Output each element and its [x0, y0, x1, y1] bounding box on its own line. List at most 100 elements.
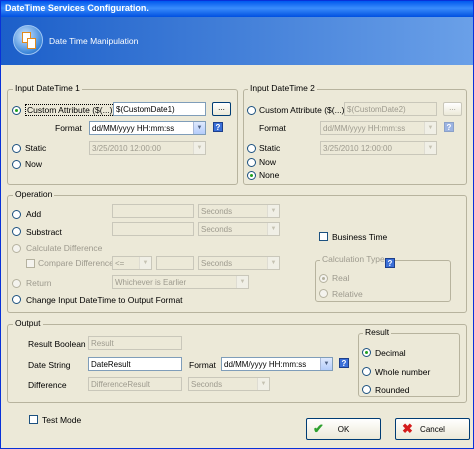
add-label: Add — [26, 209, 42, 219]
input1-static-value: 3/25/2010 12:00:00 — [92, 144, 161, 153]
header-title: Date Time Manipulation — [49, 36, 139, 46]
calc-difference-radio — [12, 244, 21, 253]
result-boolean-field: Result — [88, 336, 182, 350]
input1-static-datetime: 3/25/2010 12:00:00 ▼ — [89, 141, 206, 155]
input1-help-icon[interactable]: ? — [213, 122, 223, 132]
compare-unit-select: Seconds ▼ — [198, 256, 280, 270]
input1-now-label: Now — [25, 159, 43, 169]
output-format-help-icon[interactable]: ? — [339, 358, 349, 368]
input-datetime-1-legend: Input DateTime 1 — [13, 83, 82, 93]
difference-unit-select: Seconds ▼ — [188, 377, 270, 391]
input2-static-value: 3/25/2010 12:00:00 — [323, 144, 392, 153]
return-value: Whichever is Earlier — [115, 278, 187, 287]
compare-amount-field — [156, 256, 194, 270]
calculation-type-legend: Calculation Type — [320, 254, 387, 264]
chevron-down-icon: ▼ — [257, 378, 269, 390]
chevron-down-icon: ▼ — [236, 276, 248, 288]
cancel-label: Cancel — [420, 425, 445, 434]
cross-icon: ✖ — [402, 421, 413, 436]
add-amount-field — [112, 204, 194, 218]
return-radio — [12, 279, 21, 288]
add-unit-value: Seconds — [201, 207, 233, 216]
compare-unit-value: Seconds — [201, 259, 233, 268]
output-format-label: Format — [189, 360, 216, 370]
subtract-unit-select: Seconds ▼ — [198, 222, 280, 236]
change-format-label: Change Input DateTime to Output Format — [26, 295, 183, 305]
date-string-field[interactable]: DateResult — [88, 357, 182, 371]
input1-browse-button[interactable]: ... — [212, 102, 231, 116]
return-select: Whichever is Earlier ▼ — [112, 275, 249, 289]
relative-radio — [319, 289, 328, 298]
operation-legend: Operation — [13, 189, 55, 199]
add-radio[interactable] — [12, 210, 21, 219]
rounded-radio[interactable] — [362, 385, 371, 394]
change-format-radio[interactable] — [12, 295, 21, 304]
input2-none-radio[interactable] — [247, 171, 256, 180]
header-banner: Date Time Manipulation — [1, 17, 473, 65]
subtract-unit-value: Seconds — [201, 225, 233, 234]
decimal-label: Decimal — [375, 348, 406, 358]
input1-static-label: Static — [25, 143, 47, 153]
relative-label: Relative — [332, 289, 363, 299]
real-radio — [319, 274, 328, 283]
difference-unit-value: Seconds — [191, 380, 223, 389]
input1-custom-label: Custom Attribute ($(...)) — [25, 104, 118, 116]
input2-browse-button: ... — [443, 102, 462, 116]
input2-format-label: Format — [259, 123, 286, 133]
dialog-window: DateTime Services Configuration. Date Ti… — [0, 0, 474, 449]
input1-format-select[interactable]: dd/MM/yyyy HH:mm:ss ▼ — [89, 121, 206, 135]
return-label: Return — [26, 278, 52, 288]
title-bar[interactable]: DateTime Services Configuration. — [1, 1, 473, 17]
chevron-down-icon: ▼ — [139, 257, 151, 269]
calc-difference-label: Calculate Difference — [26, 243, 103, 253]
input1-static-radio[interactable] — [12, 144, 21, 153]
compare-difference-checkbox — [26, 259, 35, 268]
chevron-down-icon: ▼ — [424, 142, 436, 154]
test-mode-checkbox[interactable] — [29, 415, 38, 424]
input-datetime-2-legend: Input DateTime 2 — [248, 83, 317, 93]
input1-format-label: Format — [55, 123, 82, 133]
chevron-down-icon: ▼ — [193, 122, 205, 134]
real-label: Real — [332, 273, 350, 283]
input2-static-datetime: 3/25/2010 12:00:00 ▼ — [320, 141, 437, 155]
compare-difference-label: Compare Difference — [38, 258, 114, 268]
input2-now-label: Now — [259, 157, 277, 167]
input1-custom-field[interactable]: $(CustomDate1) — [113, 102, 206, 116]
difference-field: DifferenceResult — [88, 377, 182, 391]
input2-static-radio[interactable] — [247, 144, 256, 153]
compare-operator-value: <= — [115, 259, 125, 268]
cancel-button[interactable]: ✖ Cancel — [395, 418, 470, 440]
ok-button[interactable]: ✔ OK — [306, 418, 381, 440]
input2-custom-radio[interactable] — [247, 106, 256, 115]
output-legend: Output — [13, 318, 43, 328]
chevron-down-icon: ▼ — [267, 223, 279, 235]
input2-now-radio[interactable] — [247, 158, 256, 167]
input2-static-label: Static — [259, 143, 281, 153]
result-boolean-label: Result Boolean — [28, 339, 86, 349]
subtract-label: Substract — [26, 227, 62, 237]
input1-custom-radio[interactable] — [12, 106, 21, 115]
chevron-down-icon: ▼ — [320, 358, 332, 370]
checkmark-icon: ✔ — [313, 421, 324, 436]
business-time-checkbox[interactable] — [319, 232, 328, 241]
output-format-select[interactable]: dd/MM/yyyy HH:mm:ss ▼ — [221, 357, 333, 371]
whole-number-label: Whole number — [375, 367, 431, 377]
decimal-radio[interactable] — [362, 348, 371, 357]
calculation-type-help-icon[interactable]: ? — [385, 258, 395, 268]
compare-operator-select: <= ▼ — [112, 256, 152, 270]
input2-custom-label: Custom Attribute ($(...)) — [259, 105, 348, 115]
chevron-down-icon: ▼ — [267, 205, 279, 217]
input2-format-select: dd/MM/yyyy HH:mm:ss ▼ — [320, 121, 437, 135]
add-unit-select: Seconds ▼ — [198, 204, 280, 218]
chevron-down-icon: ▼ — [193, 142, 205, 154]
subtract-radio[interactable] — [12, 227, 21, 236]
input1-now-radio[interactable] — [12, 160, 21, 169]
input2-format-value: dd/MM/yyyy HH:mm:ss — [323, 124, 406, 133]
subtract-amount-field — [112, 222, 194, 236]
chevron-down-icon: ▼ — [267, 257, 279, 269]
test-mode-label: Test Mode — [42, 415, 82, 425]
whole-number-radio[interactable] — [362, 367, 371, 376]
chevron-down-icon: ▼ — [424, 122, 436, 134]
window-title: DateTime Services Configuration. — [5, 3, 149, 13]
input1-format-value: dd/MM/yyyy HH:mm:ss — [92, 124, 175, 133]
